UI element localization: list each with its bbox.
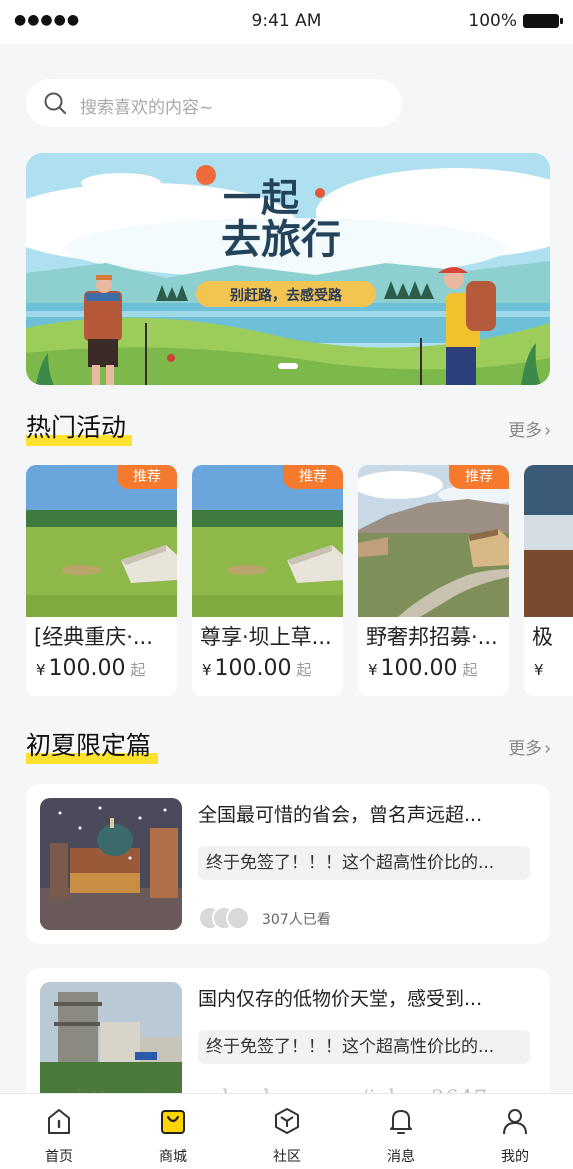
article-desc: 终于免签了！！！这个超高性价比的... (198, 846, 530, 880)
activity-card[interactable]: 推荐 [经典重庆·... ¥100.00 起 (26, 465, 177, 696)
summer-more-link[interactable]: 更多 › (508, 734, 551, 760)
bottom-tab-bar: 首页 商城 社区 消息 我的 (0, 1093, 573, 1169)
community-icon (275, 1108, 299, 1134)
banner-illustration: 别赶路，去感受路 一起 去旅行 (26, 153, 550, 385)
recommend-badge: 推荐 (117, 465, 177, 489)
activity-card[interactable]: 极 ¥ (524, 465, 573, 696)
tab-profile[interactable]: 我的 (458, 1094, 572, 1169)
article-thumbnail (40, 798, 182, 930)
search-bar[interactable]: 搜索喜欢的内容~ (26, 79, 402, 127)
activity-price: ¥100.00 起 (202, 656, 312, 681)
search-icon (44, 92, 66, 114)
tab-home[interactable]: 首页 (2, 1094, 116, 1169)
bell-icon (390, 1110, 412, 1134)
battery-icon (523, 14, 563, 28)
section-title-hot: 热门活动 (26, 408, 132, 446)
hot-activities-list[interactable]: 推荐 [经典重庆·... ¥100.00 起 推荐 尊享·坝上草... ¥100.… (0, 465, 573, 697)
tab-messages[interactable]: 消息 (344, 1094, 458, 1169)
activity-image (524, 465, 573, 617)
article-title: 全国最可惜的省会，曾名声远超... (198, 804, 483, 826)
article-desc: 终于免签了！！！这个超高性价比的... (198, 1030, 530, 1064)
article-card[interactable]: 全国最可惜的省会，曾名声远超... 终于免签了！！！这个超高性价比的... 30… (26, 784, 550, 944)
recommend-badge: 推荐 (283, 465, 343, 489)
search-placeholder: 搜索喜欢的内容~ (80, 98, 214, 118)
activity-price: ¥100.00 起 (368, 656, 478, 681)
activity-title: 尊享·坝上草... (200, 625, 332, 649)
banner-headline-1: 一起 (223, 176, 300, 220)
banner-slogan: 别赶路，去感受路 (229, 287, 343, 304)
activity-card[interactable]: 推荐 野奢邦招募·... ¥100.00 起 (358, 465, 509, 696)
banner-carousel[interactable]: 别赶路，去感受路 一起 去旅行 (26, 153, 550, 385)
activity-price: ¥ (534, 661, 544, 679)
status-bar: ●●●●● 9:41 AM 100% (0, 0, 573, 44)
activity-title: 极 (532, 625, 553, 649)
activity-card[interactable]: 推荐 尊享·坝上草... ¥100.00 起 (192, 465, 343, 696)
section-title-summer: 初夏限定篇 (26, 726, 158, 764)
tab-community[interactable]: 社区 (230, 1094, 344, 1169)
chevron-right-icon: › (544, 420, 551, 442)
shop-bag-icon (161, 1110, 185, 1134)
carousel-indicator[interactable] (278, 363, 298, 369)
tab-shop[interactable]: 商城 (116, 1094, 230, 1169)
avatar (226, 906, 250, 930)
user-icon (503, 1109, 527, 1135)
home-icon (48, 1109, 70, 1134)
battery-percent: 100% (468, 11, 517, 31)
activity-title: 野奢邦招募·... (366, 625, 498, 649)
article-title: 国内仅存的低物价天堂，感受到... (198, 988, 483, 1010)
view-count: 307人已看 (262, 912, 331, 928)
chevron-right-icon: › (544, 738, 551, 760)
hot-more-link[interactable]: 更多 › (508, 416, 551, 442)
banner-headline-2: 去旅行 (221, 217, 341, 263)
activity-title: [经典重庆·... (34, 625, 153, 649)
activity-price: ¥100.00 起 (36, 656, 146, 681)
recommend-badge: 推荐 (449, 465, 509, 489)
